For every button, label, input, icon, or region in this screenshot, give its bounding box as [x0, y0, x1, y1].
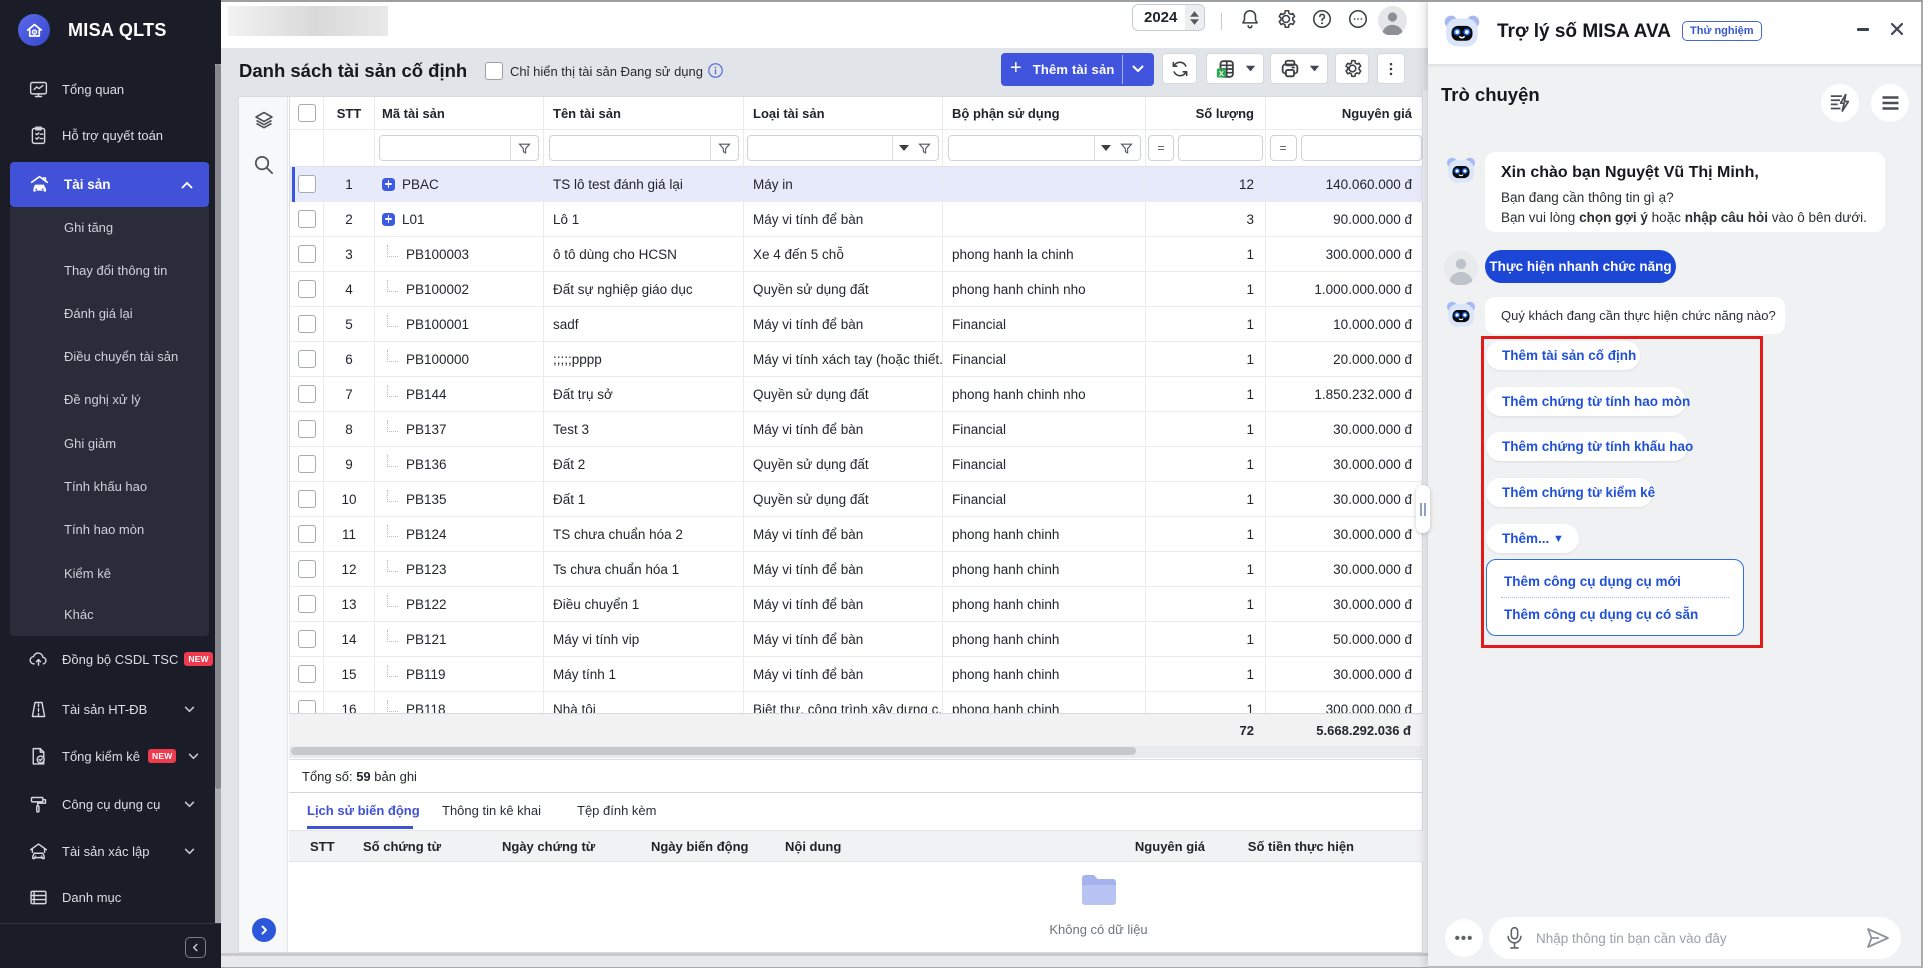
svg-text:X: X [1218, 68, 1223, 77]
